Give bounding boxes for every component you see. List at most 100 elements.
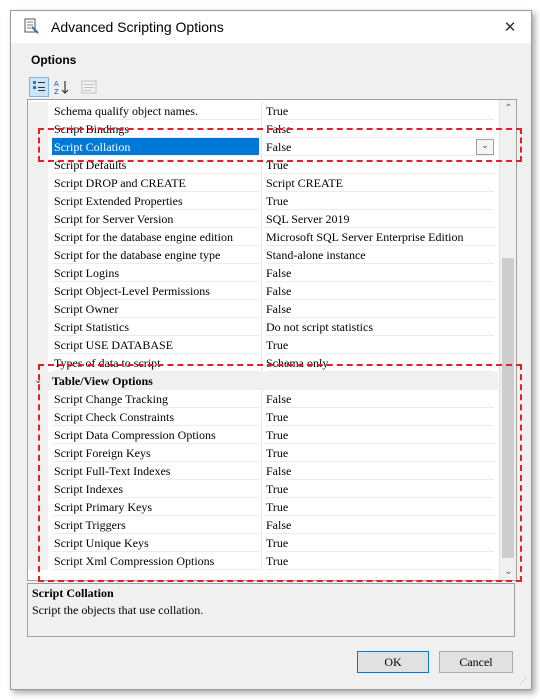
alphabetical-sort-button[interactable]: A Z	[51, 77, 71, 97]
property-value[interactable]: False	[266, 282, 494, 300]
property-pages-button[interactable]	[79, 77, 99, 97]
property-value[interactable]: False	[266, 462, 494, 480]
property-value[interactable]: Script CREATE	[266, 174, 494, 192]
property-row[interactable]: Script Change Tracking False	[28, 390, 498, 408]
property-row[interactable]: Types of data to script Schema only	[28, 354, 498, 372]
property-value[interactable]: Schema only	[266, 354, 494, 372]
property-row[interactable]: Script Foreign Keys True	[28, 444, 498, 462]
property-value[interactable]: True	[266, 498, 494, 516]
property-value[interactable]: Do not script statistics	[266, 318, 494, 336]
property-value[interactable]: False	[266, 264, 494, 282]
property-row[interactable]: Script Bindings False	[28, 120, 498, 138]
property-name[interactable]: Script Collation	[52, 138, 259, 156]
property-name[interactable]: Script Logins	[52, 264, 259, 282]
row-gutter	[28, 174, 48, 192]
property-value[interactable]: Stand-alone instance	[266, 246, 494, 264]
property-name[interactable]: Schema qualify object names.	[52, 102, 259, 120]
description-title: Script Collation	[32, 586, 114, 600]
close-button[interactable]: ✕	[497, 15, 523, 39]
column-separator	[261, 408, 262, 426]
property-name[interactable]: Script Object-Level Permissions	[52, 282, 259, 300]
property-value[interactable]: True	[266, 156, 494, 174]
property-row[interactable]: Script for the database engine type Stand…	[28, 246, 498, 264]
property-row[interactable]: Script Indexes True	[28, 480, 498, 498]
property-grid: Schema qualify object names. True Script B…	[27, 99, 517, 581]
property-value[interactable]: SQL Server 2019	[266, 210, 494, 228]
column-separator	[261, 120, 262, 138]
property-row[interactable]: Script Xml Compression Options True	[28, 552, 498, 570]
property-name[interactable]: Script Foreign Keys	[52, 444, 259, 462]
property-name[interactable]: Script DROP and CREATE	[52, 174, 259, 192]
property-row[interactable]: Script Object-Level Permissions False	[28, 282, 498, 300]
property-name[interactable]: Script Check Constraints	[52, 408, 259, 426]
property-value[interactable]: True	[266, 102, 494, 120]
row-gutter	[28, 444, 48, 462]
row-gutter	[28, 354, 48, 372]
scroll-down-button[interactable]: ⌄	[500, 563, 516, 580]
property-row[interactable]: Script Logins False	[28, 264, 498, 282]
property-row-selected[interactable]: Script Collation False ⌄	[28, 138, 498, 156]
property-value[interactable]: False	[266, 120, 494, 138]
property-value[interactable]: True	[266, 444, 494, 462]
property-name[interactable]: Script for the database engine type	[52, 246, 259, 264]
property-row[interactable]: Script Statistics Do not script statistic…	[28, 318, 498, 336]
property-value[interactable]: True	[266, 534, 494, 552]
value-dropdown-button[interactable]: ⌄	[476, 139, 494, 155]
property-name[interactable]: Script USE DATABASE	[52, 336, 259, 354]
column-separator	[261, 318, 262, 336]
property-row[interactable]: Script Extended Properties True	[28, 192, 498, 210]
property-row[interactable]: Script Primary Keys True	[28, 498, 498, 516]
vertical-scrollbar[interactable]: ⌃ ⌄	[499, 100, 516, 580]
property-value[interactable]: True	[266, 552, 494, 570]
property-row[interactable]: Script Owner False	[28, 300, 498, 318]
property-value[interactable]: False	[266, 390, 494, 408]
column-separator	[261, 102, 262, 120]
property-name[interactable]: Script Full-Text Indexes	[52, 462, 259, 480]
property-value[interactable]: True	[266, 408, 494, 426]
property-value[interactable]: False	[266, 516, 494, 534]
scroll-up-button[interactable]: ⌃	[500, 100, 516, 117]
property-value[interactable]: True	[266, 480, 494, 498]
property-name[interactable]: Script Defaults	[52, 156, 259, 174]
ok-button[interactable]: OK	[357, 651, 429, 673]
property-row[interactable]: Script for the database engine edition Mi…	[28, 228, 498, 246]
property-row[interactable]: Script for Server Version SQL Server 2019	[28, 210, 498, 228]
property-name[interactable]: Script Indexes	[52, 480, 259, 498]
property-name[interactable]: Script Triggers	[52, 516, 259, 534]
property-row[interactable]: Script Defaults True	[28, 156, 498, 174]
property-name[interactable]: Script Extended Properties	[52, 192, 259, 210]
property-row[interactable]: Script Full-Text Indexes False	[28, 462, 498, 480]
property-row[interactable]: Script Check Constraints True	[28, 408, 498, 426]
title-bar: Advanced Scripting Options ✕	[11, 11, 531, 43]
property-row[interactable]: Script USE DATABASE True	[28, 336, 498, 354]
categorized-view-button[interactable]	[29, 77, 49, 97]
resize-grip[interactable]: ⋰	[519, 677, 529, 687]
scroll-thumb[interactable]	[502, 258, 514, 558]
property-name[interactable]: Script Owner	[52, 300, 259, 318]
property-name[interactable]: Script Change Tracking	[52, 390, 259, 408]
property-row[interactable]: Script Data Compression Options True	[28, 426, 498, 444]
property-row[interactable]: Schema qualify object names. True	[28, 102, 498, 120]
property-row[interactable]: Script Triggers False	[28, 516, 498, 534]
property-name[interactable]: Script Bindings	[52, 120, 259, 138]
property-name[interactable]: Script Unique Keys	[52, 534, 259, 552]
property-value[interactable]: False	[266, 138, 494, 156]
property-name[interactable]: Script Xml Compression Options	[52, 552, 259, 570]
property-name[interactable]: Script Statistics	[52, 318, 259, 336]
property-name[interactable]: Script for the database engine edition	[52, 228, 259, 246]
property-value[interactable]: False	[266, 300, 494, 318]
property-name[interactable]: Script for Server Version	[52, 210, 259, 228]
property-name[interactable]: Script Primary Keys	[52, 498, 259, 516]
property-value[interactable]: Microsoft SQL Server Enterprise Edition	[266, 228, 494, 246]
collapse-chevron-icon[interactable]: ⌄	[34, 372, 42, 390]
property-value[interactable]: True	[266, 336, 494, 354]
property-row[interactable]: Script DROP and CREATE Script CREATE	[28, 174, 498, 192]
category-row-table-view-options[interactable]: ⌄ Table/View Options	[28, 372, 498, 390]
property-name[interactable]: Types of data to script	[52, 354, 259, 372]
property-value[interactable]: True	[266, 426, 494, 444]
cancel-button[interactable]: Cancel	[439, 651, 513, 673]
row-gutter	[28, 210, 48, 228]
property-name[interactable]: Script Data Compression Options	[52, 426, 259, 444]
property-row[interactable]: Script Unique Keys True	[28, 534, 498, 552]
property-value[interactable]: True	[266, 192, 494, 210]
